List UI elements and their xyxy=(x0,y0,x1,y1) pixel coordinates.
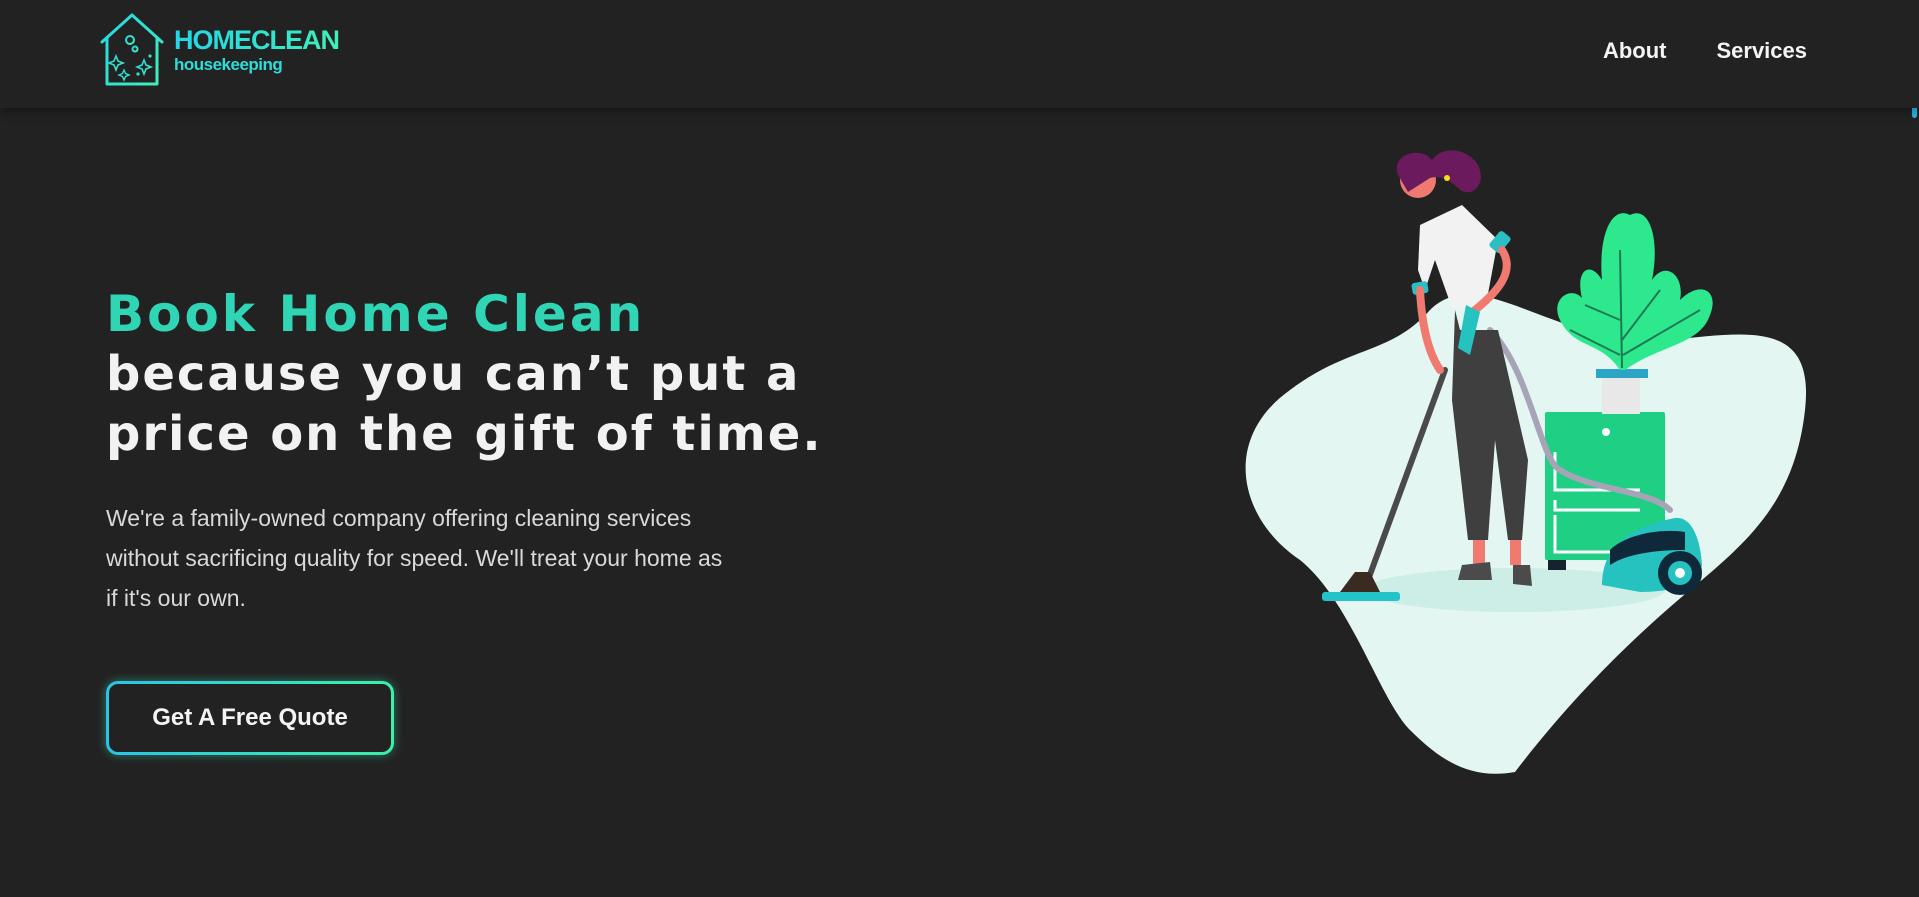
logo-subtitle: housekeeping xyxy=(174,55,283,74)
logo-link[interactable]: HOMECLEAN housekeeping xyxy=(98,12,340,88)
page-scrollbar[interactable] xyxy=(1910,0,1919,897)
nav-link-services[interactable]: Services xyxy=(1716,38,1807,64)
cta-label: Get A Free Quote xyxy=(109,684,391,752)
background-blob xyxy=(1245,294,1807,774)
logo-text: HOMECLEAN housekeeping xyxy=(174,25,340,74)
headline-line-2: price on the gift of time. xyxy=(106,406,823,462)
logo-title: HOMECLEAN xyxy=(174,25,340,55)
site-header: HOMECLEAN housekeeping About Services xyxy=(0,0,1919,108)
main-nav: About Services xyxy=(1603,38,1807,64)
hero-description: We're a family-owned company offering cl… xyxy=(106,505,723,611)
nav-link-about[interactable]: About xyxy=(1603,38,1667,64)
get-free-quote-button[interactable]: Get A Free Quote xyxy=(106,681,394,755)
headline-accent: Book Home Clean xyxy=(106,285,646,343)
woman-vacuuming-illustration xyxy=(1230,140,1810,780)
headline-line-1: because you can’t put a xyxy=(106,346,801,402)
hero-section: Book Home Clean because you can’t put a … xyxy=(106,284,866,755)
cleaning-illustration-svg xyxy=(1245,150,1807,774)
house-sparkle-icon xyxy=(100,13,164,86)
hero-headline: Book Home Clean because you can’t put a … xyxy=(106,284,866,464)
landing-page: HOMECLEAN housekeeping About Services Bo… xyxy=(0,0,1919,897)
